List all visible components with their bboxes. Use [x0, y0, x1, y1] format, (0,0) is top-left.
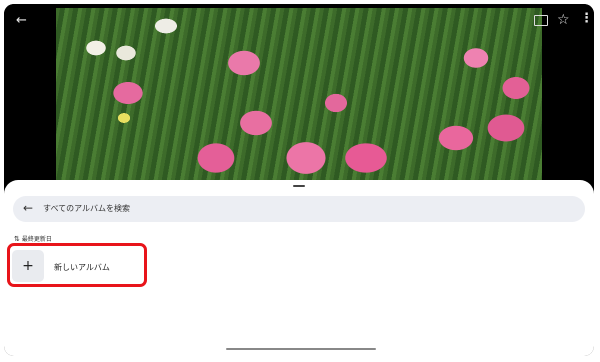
new-album-button[interactable]: + — [12, 250, 44, 282]
search-back-icon[interactable]: ← — [23, 201, 33, 215]
more-vert-icon[interactable]: ⋮ — [580, 12, 593, 26]
star-outline-icon[interactable]: ☆ — [557, 13, 570, 27]
sort-icon: ⇅ — [14, 235, 20, 243]
album-search-bar[interactable]: ← すべてのアルバムを検索 — [13, 196, 585, 222]
gesture-nav-bar — [226, 348, 376, 350]
back-arrow-icon[interactable]: ← — [16, 14, 27, 28]
sort-button[interactable]: ⇅ 最終更新日 — [14, 234, 52, 243]
add-to-album-sheet: ← すべてのアルバムを検索 ⇅ 最終更新日 + 新しいアルバム — [4, 180, 594, 356]
photo — [56, 8, 542, 194]
search-label: すべてのアルバムを検索 — [43, 204, 131, 213]
sort-label: 最終更新日 — [21, 236, 52, 243]
drag-handle[interactable] — [293, 185, 305, 187]
photo-viewer: ← ☆ ⋮ — [4, 4, 594, 194]
cast-icon[interactable] — [534, 15, 548, 26]
plus-icon: + — [22, 258, 34, 274]
new-album-label[interactable]: 新しいアルバム — [54, 262, 110, 273]
device-frame: ← ☆ ⋮ ← すべてのアルバムを検索 ⇅ 最終更新日 + 新しいアルバム — [4, 4, 594, 356]
